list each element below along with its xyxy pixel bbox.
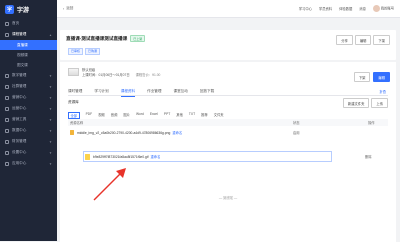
annotation-arrow — [0, 0, 400, 241]
